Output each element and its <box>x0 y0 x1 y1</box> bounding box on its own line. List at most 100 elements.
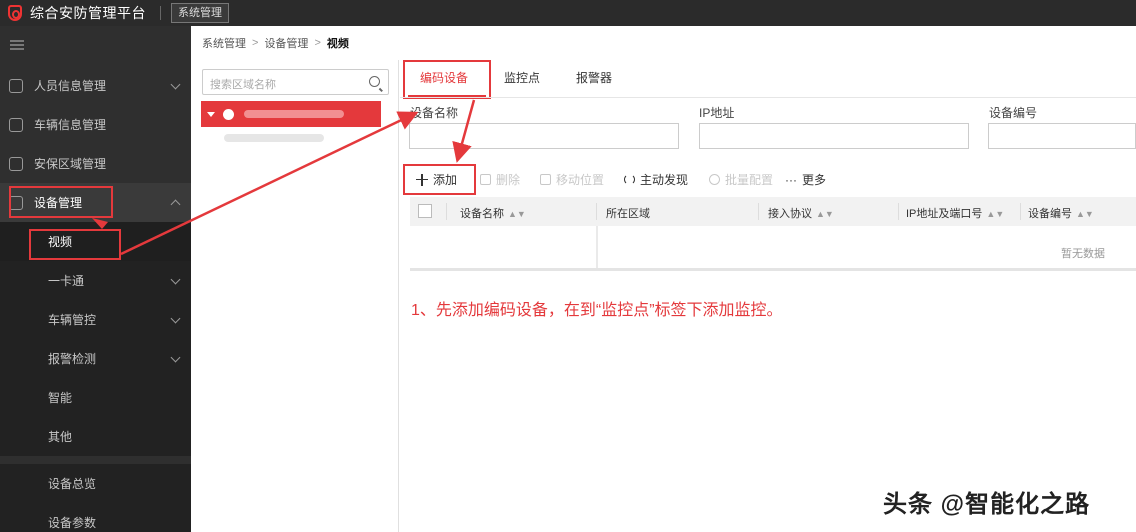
column-divider <box>898 203 899 220</box>
broadcast-icon <box>624 174 635 185</box>
sort-icon[interactable]: ▲▼ <box>816 209 834 219</box>
home-icon <box>9 156 23 171</box>
tab-bar: 编码设备 监控点 报警器 <box>400 60 1136 98</box>
chevron-down-icon <box>170 352 181 363</box>
highlight-video <box>29 229 121 260</box>
column-header-protocol[interactable]: 接入协议 ▲▼ <box>768 205 834 221</box>
more-button[interactable]: ··· 更多 <box>785 171 826 188</box>
sidebar-item-label: 人员信息管理 <box>34 79 107 93</box>
sidebar-item-label: 安保区域管理 <box>34 157 107 171</box>
column-header-device-name[interactable]: 设备名称 ▲▼ <box>460 205 526 221</box>
device-name-input[interactable] <box>409 123 679 149</box>
add-label: 添加 <box>433 173 458 187</box>
active-tab-indicator <box>408 95 486 97</box>
device-no-label: 设备编号 <box>989 106 1038 120</box>
globe-icon <box>223 108 234 120</box>
trash-icon <box>480 174 491 185</box>
move-icon <box>540 174 551 185</box>
chevron-down-icon <box>170 79 181 90</box>
breadcrumb-current: 视频 <box>326 38 349 50</box>
sidebar-item-label: 车辆管控 <box>48 313 97 327</box>
breadcrumb-item[interactable]: 系统管理 <box>202 35 246 51</box>
column-divider <box>446 203 447 220</box>
column-header-area: 所在区域 <box>606 205 650 221</box>
sort-icon[interactable]: ▲▼ <box>1076 209 1094 219</box>
breadcrumb: 系统管理 > 设备管理 > 视频 <box>202 35 349 51</box>
shield-logo-icon <box>8 5 22 21</box>
redacted-child-node[interactable] <box>224 134 324 142</box>
chevron-up-icon <box>170 199 181 210</box>
sidebar-item-alarm-detection[interactable]: 报警检测 <box>0 339 191 378</box>
device-name-label: 设备名称 <box>410 106 459 120</box>
table-scrollbar[interactable] <box>410 268 1136 271</box>
system-management-button[interactable]: 系统管理 <box>171 3 229 23</box>
top-bar: 综合安防管理平台 系统管理 <box>0 0 1136 26</box>
column-divider <box>596 203 597 220</box>
column-header-ip-port[interactable]: IP地址及端口号 ▲▼ <box>906 205 1004 221</box>
ip-label: IP地址 <box>699 106 735 120</box>
discover-label: 主动发现 <box>640 173 689 187</box>
column-label: IP地址及端口号 <box>906 208 983 220</box>
device-no-input[interactable] <box>988 123 1136 149</box>
tab-alarm[interactable]: 报警器 <box>576 69 612 86</box>
sidebar-item-device-params[interactable]: 设备参数 <box>0 503 191 532</box>
watermark: 头条 @智能化之路 <box>883 491 1091 518</box>
sidebar-item-security-area[interactable]: 安保区域管理 <box>0 144 191 183</box>
move-button[interactable]: 移动位置 <box>540 171 604 188</box>
sidebar-item-label: 报警检测 <box>48 352 97 366</box>
ellipsis-icon: ··· <box>785 172 797 187</box>
empty-state-text: 暂无数据 <box>1061 248 1105 260</box>
sidebar-item-vehicle-info[interactable]: 车辆信息管理 <box>0 105 191 144</box>
batch-label: 批量配置 <box>725 173 774 187</box>
add-button[interactable]: 添加 <box>416 171 457 188</box>
person-icon <box>9 78 23 93</box>
column-label: 接入协议 <box>768 208 812 220</box>
tab-encoder[interactable]: 编码设备 <box>420 69 468 86</box>
sidebar-item-label: 其他 <box>48 430 73 444</box>
search-icon[interactable] <box>369 76 380 87</box>
table-header: 设备名称 ▲▼ 所在区域 接入协议 ▲▼ IP地址及端口号 ▲▼ 设备编号 ▲▼ <box>410 197 1136 226</box>
column-header-device-no[interactable]: 设备编号 ▲▼ <box>1028 205 1094 221</box>
sidebar-item-vehicle-control[interactable]: 车辆管控 <box>0 300 191 339</box>
search-placeholder: 搜索区域名称 <box>210 79 276 91</box>
area-search-input[interactable]: 搜索区域名称 <box>202 69 389 95</box>
sidebar-item-device-overview[interactable]: 设备总览 <box>0 464 191 503</box>
sidebar-item-other[interactable]: 其他 <box>0 417 191 456</box>
delete-button[interactable]: 删除 <box>480 171 520 188</box>
column-divider <box>1020 203 1021 220</box>
batch-config-button[interactable]: 批量配置 <box>709 171 773 188</box>
column-divider <box>758 203 759 220</box>
move-label: 移动位置 <box>556 173 605 187</box>
breadcrumb-separator: > <box>252 37 259 49</box>
table-body-frozen <box>410 226 598 270</box>
sidebar-item-label: 一卡通 <box>48 274 85 288</box>
sidebar-item-smart[interactable]: 智能 <box>0 378 191 417</box>
sidebar-item-card[interactable]: 一卡通 <box>0 261 191 300</box>
sort-icon[interactable]: ▲▼ <box>508 209 526 219</box>
menu-icon[interactable] <box>10 40 24 50</box>
highlight-device-management <box>9 186 113 218</box>
chevron-down-icon <box>170 313 181 324</box>
ip-input[interactable] <box>699 123 969 149</box>
plus-icon <box>416 173 428 186</box>
tab-monitor-point[interactable]: 监控点 <box>504 69 540 86</box>
breadcrumb-separator: > <box>314 37 321 49</box>
more-label: 更多 <box>802 173 827 187</box>
discover-button[interactable]: 主动发现 <box>624 171 688 188</box>
divider <box>160 6 161 20</box>
sort-icon[interactable]: ▲▼ <box>986 209 1004 219</box>
sidebar-item-label: 车辆信息管理 <box>34 118 107 132</box>
car-icon <box>9 117 23 132</box>
column-label: 设备名称 <box>460 208 504 220</box>
caret-down-icon[interactable] <box>207 111 215 117</box>
breadcrumb-item[interactable]: 设备管理 <box>264 35 308 51</box>
app-title: 综合安防管理平台 <box>30 5 146 21</box>
column-label: 所在区域 <box>606 208 650 220</box>
area-tree-panel: 搜索区域名称 <box>192 60 399 532</box>
tree-root-node[interactable] <box>201 101 381 127</box>
sidebar-item-label: 设备参数 <box>48 516 97 530</box>
select-all-checkbox[interactable] <box>418 204 432 218</box>
sidebar-item-label: 设备总览 <box>48 477 97 491</box>
sidebar-item-label: 智能 <box>48 391 73 405</box>
sidebar-item-personnel[interactable]: 人员信息管理 <box>0 66 191 105</box>
